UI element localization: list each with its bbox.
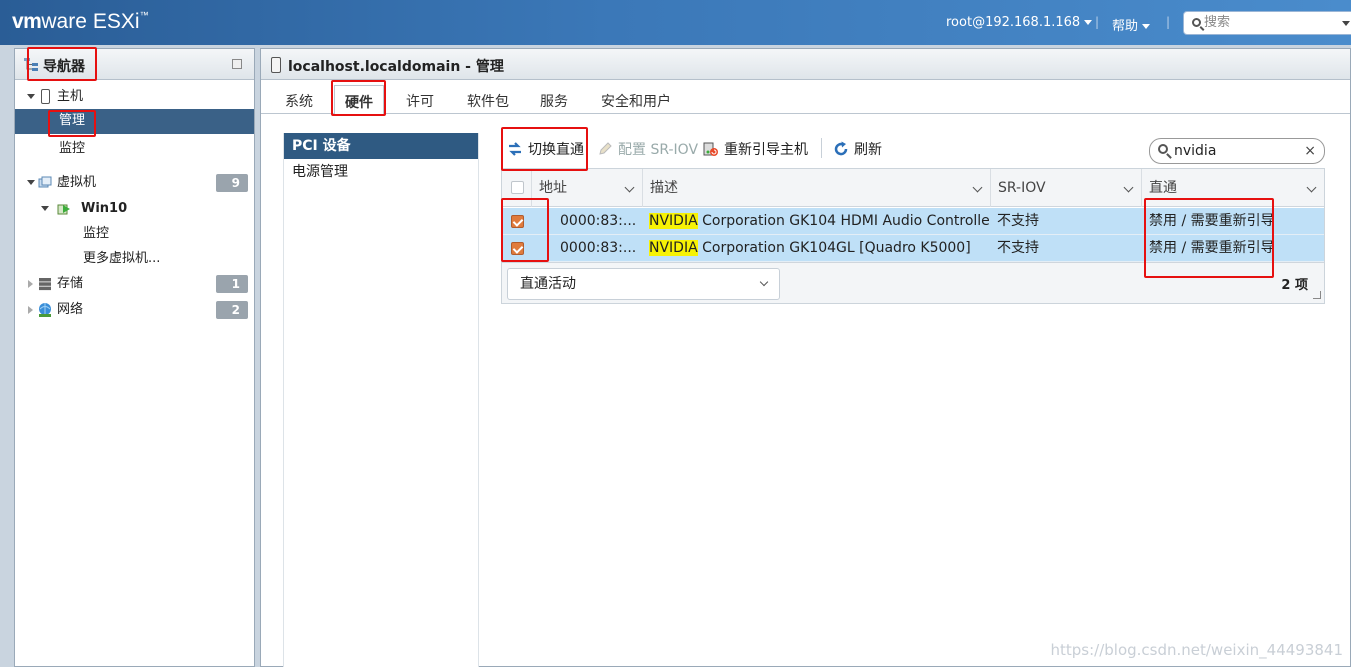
storage-icon	[39, 278, 51, 291]
page-title: localhost.localdomain - 管理	[288, 59, 504, 75]
navigator-icon	[24, 58, 38, 71]
table-header: 地址 描述 SR-IOV 直通	[502, 169, 1324, 207]
host-icon	[271, 57, 281, 73]
tab-hardware[interactable]: 硬件	[334, 85, 384, 115]
virtual-machine-icon	[38, 176, 52, 188]
expand-right-icon[interactable]	[28, 280, 33, 288]
tab-system[interactable]: 系统	[285, 91, 313, 111]
filter-search-input[interactable]: nvidia ×	[1149, 138, 1325, 164]
tab-services[interactable]: 服务	[540, 91, 568, 111]
storage-count-badge: 1	[216, 275, 248, 293]
column-header-passthrough[interactable]: 直通	[1141, 169, 1324, 207]
passthrough-filter-select[interactable]: 直通活动	[507, 268, 780, 300]
tab-security-users[interactable]: 安全和用户	[601, 91, 671, 111]
nav-vms[interactable]: 虚拟机 9	[15, 172, 254, 194]
chevron-down-icon	[759, 277, 769, 287]
toggle-passthrough-icon	[509, 142, 521, 156]
pci-toolbar: 切换直通 配置 SR-IOV 重新引导主机 刷新	[505, 133, 1125, 163]
main-header: localhost.localdomain - 管理	[261, 49, 1350, 80]
chevron-down-icon[interactable]	[1342, 21, 1350, 26]
tab-bar: 系统 硬件 许可 软件包 服务 安全和用户	[261, 81, 1350, 115]
top-bar: vmware ESXi™ root@192.168.1.168 | 帮助 | 搜索	[0, 0, 1351, 45]
help-menu[interactable]: 帮助	[1112, 15, 1151, 34]
row-checkbox[interactable]	[511, 242, 524, 255]
vmware-esxi-logo: vmware ESXi™	[12, 10, 149, 33]
nav-host-manage[interactable]: 管理	[15, 109, 254, 134]
select-all-checkbox[interactable]	[511, 181, 524, 194]
resize-handle[interactable]	[1313, 291, 1321, 299]
divider: |	[1166, 15, 1171, 29]
table-row[interactable]: 0000:83:... NVIDIA Corporation GK104 HDM…	[502, 208, 1324, 235]
nav-vm-monitor[interactable]: 监控	[15, 223, 254, 245]
nav-more-vms[interactable]: 更多虚拟机...	[15, 248, 254, 270]
navigator-header: 导航器	[15, 49, 254, 80]
subnav-pci-devices[interactable]: PCI 设备	[284, 133, 478, 159]
table-footer: 直通活动 2 项	[502, 262, 1324, 303]
column-header-description[interactable]: 描述	[642, 169, 990, 207]
host-icon	[41, 89, 50, 104]
table-row[interactable]: 0000:83:... NVIDIA Corporation GK104GL […	[502, 235, 1324, 262]
navigator-title: 导航器	[43, 59, 85, 75]
chevron-down-icon[interactable]	[624, 182, 635, 193]
search-icon	[1192, 18, 1201, 27]
refresh-button[interactable]: 刷新	[833, 139, 882, 159]
subnav-power-management[interactable]: 电源管理	[284, 159, 478, 185]
divider: |	[1095, 15, 1100, 29]
navigator-panel: 导航器 主机 管理 监控 虚拟机 9 Win10 监控 更多虚拟机... 存储 …	[14, 48, 255, 667]
expand-down-icon[interactable]	[41, 206, 49, 211]
tab-license[interactable]: 许可	[406, 91, 434, 111]
configure-sriov-button[interactable]: 配置 SR-IOV	[597, 139, 698, 159]
network-icon	[39, 303, 51, 317]
vm-count-badge: 9	[216, 174, 248, 192]
chevron-down-icon[interactable]	[1306, 182, 1317, 193]
network-count-badge: 2	[216, 301, 248, 319]
vm-powered-on-icon	[57, 204, 70, 215]
expand-down-icon[interactable]	[27, 94, 35, 99]
nav-storage[interactable]: 存储 1	[15, 273, 254, 295]
main-panel: localhost.localdomain - 管理 系统 硬件 许可 软件包 …	[260, 48, 1351, 667]
hardware-subnav: PCI 设备 电源管理	[283, 133, 479, 667]
chevron-down-icon[interactable]	[1123, 182, 1134, 193]
column-header-address[interactable]: 地址	[531, 169, 642, 207]
nav-vm-win10[interactable]: Win10	[15, 198, 254, 220]
collapse-panel-icon[interactable]	[232, 59, 242, 69]
reboot-host-icon	[703, 142, 718, 156]
expand-down-icon[interactable]	[27, 180, 35, 185]
item-count: 2 项	[1281, 278, 1308, 293]
nav-host-monitor[interactable]: 监控	[15, 138, 254, 160]
chevron-down-icon	[1142, 24, 1151, 29]
reboot-host-button[interactable]: 重新引导主机	[703, 139, 808, 159]
watermark: https://blog.csdn.net/weixin_44493841	[1050, 641, 1343, 659]
column-header-sriov[interactable]: SR-IOV	[990, 169, 1141, 207]
row-checkbox[interactable]	[511, 215, 524, 228]
tab-packages[interactable]: 软件包	[467, 91, 509, 111]
nav-network[interactable]: 网络 2	[15, 299, 254, 321]
nav-host[interactable]: 主机	[15, 86, 254, 108]
chevron-down-icon[interactable]	[972, 182, 983, 193]
clear-search-icon[interactable]: ×	[1304, 139, 1316, 163]
toggle-passthrough-button[interactable]: 切换直通	[507, 139, 584, 159]
user-menu[interactable]: root@192.168.1.168	[946, 15, 1093, 30]
pencil-icon	[599, 142, 612, 155]
pci-device-table: 地址 描述 SR-IOV 直通 0000:83:... NVIDIA Corpo…	[501, 168, 1325, 304]
toolbar-divider	[821, 138, 822, 158]
expand-right-icon[interactable]	[28, 306, 33, 314]
global-search-input[interactable]: 搜索	[1183, 11, 1351, 35]
chevron-down-icon	[1084, 20, 1093, 25]
refresh-icon	[834, 141, 848, 156]
search-icon	[1158, 144, 1168, 154]
